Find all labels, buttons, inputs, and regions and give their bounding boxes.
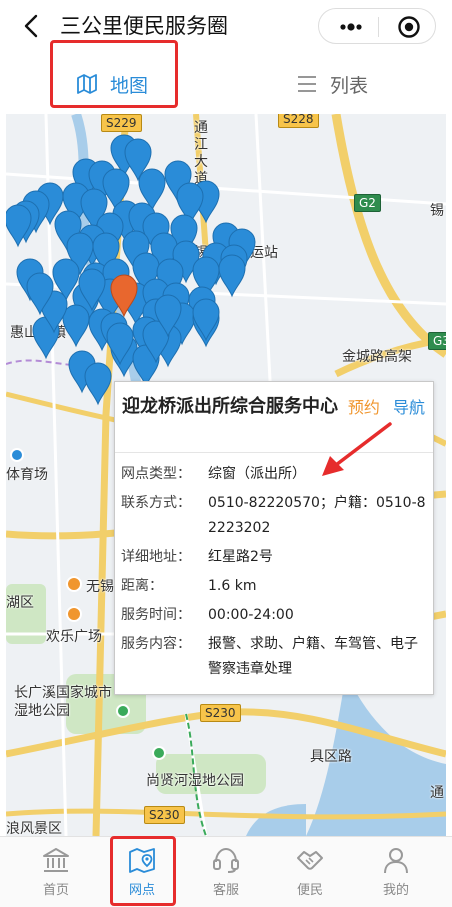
nav-profile-label: 我的 (382, 883, 409, 898)
detail-row-services: 服务内容： 报警、求助、户籍、车驾管、电子警察违章处理 (121, 632, 431, 682)
handshake-icon (297, 851, 323, 870)
station-title: 迎龙桥派出所综合服务中心 (122, 396, 338, 417)
poi-stadium-icon (10, 448, 24, 462)
bottom-tab-bar: 首页 网点 客服 便民 我的 (0, 836, 452, 907)
reserve-link[interactable]: 预约 (348, 398, 380, 417)
map-marker[interactable] (218, 254, 246, 298)
map-marker[interactable] (84, 362, 112, 406)
nav-service-label: 客服 (212, 883, 239, 898)
list-icon (298, 76, 316, 92)
detail-key: 联系方式： (121, 495, 191, 511)
detail-row-hours: 服务时间： 00:00-24:00 (121, 603, 431, 628)
poi-wetland-icon (152, 746, 166, 760)
nav-home[interactable]: 首页 (26, 845, 86, 898)
detail-value: 综窗（派出所） (208, 466, 306, 482)
headset-icon (213, 847, 239, 873)
nav-home-label: 首页 (42, 883, 69, 898)
annotation-box-nav (110, 836, 176, 906)
annotation-arrow-icon (322, 422, 392, 476)
page-title: 三公里便民服务圈 (60, 14, 228, 38)
detail-key: 网点类型： (121, 466, 191, 482)
station-details: 网点类型： 综窗（派出所） 联系方式： 0510-82220570；户籍：051… (121, 462, 431, 686)
detail-value: 报警、求助、户籍、车驾管、电子警察违章处理 (208, 636, 418, 677)
poi-park-icon (116, 704, 130, 718)
more-dots-icon[interactable] (331, 15, 371, 39)
mini-program-capsule (318, 8, 436, 44)
detail-value: 00:00-24:00 (208, 607, 294, 623)
tab-list-label: 列表 (330, 74, 369, 97)
detail-key: 服务内容： (121, 636, 191, 652)
map-marker[interactable] (192, 298, 220, 342)
detail-row-address: 详细地址： 红星路2号 (121, 545, 431, 570)
capsule-divider (378, 17, 379, 37)
nav-convenience-label: 便民 (296, 883, 323, 898)
card-actions: 预约 导航 (348, 394, 425, 418)
annotation-box-tab (50, 40, 178, 108)
detail-key: 服务时间： (121, 607, 191, 623)
tab-list[interactable]: 列表 (296, 66, 368, 102)
navigate-link[interactable]: 导航 (393, 398, 425, 417)
chevron-left-icon[interactable] (18, 12, 46, 40)
home-building-icon (43, 848, 69, 872)
map-marker[interactable] (62, 304, 90, 348)
detail-value: 红星路2号 (208, 549, 273, 565)
detail-value[interactable]: 0510-82220570；户籍：0510-82223202 (208, 491, 431, 541)
detail-key: 距离： (121, 578, 163, 594)
nav-service[interactable]: 客服 (196, 845, 256, 898)
poi-plaza-icon (66, 606, 82, 622)
user-icon (384, 848, 408, 874)
detail-row-distance: 距离： 1.6 km (121, 574, 431, 599)
detail-key: 详细地址： (121, 549, 191, 565)
nav-profile[interactable]: 我的 (366, 845, 426, 898)
poi-mall-icon (66, 576, 82, 592)
target-circle-icon[interactable] (391, 15, 427, 39)
nav-convenience[interactable]: 便民 (280, 845, 340, 898)
detail-value: 1.6 km (208, 578, 257, 594)
detail-row-contact: 联系方式： 0510-82220570；户籍：0510-82223202 (121, 491, 431, 541)
